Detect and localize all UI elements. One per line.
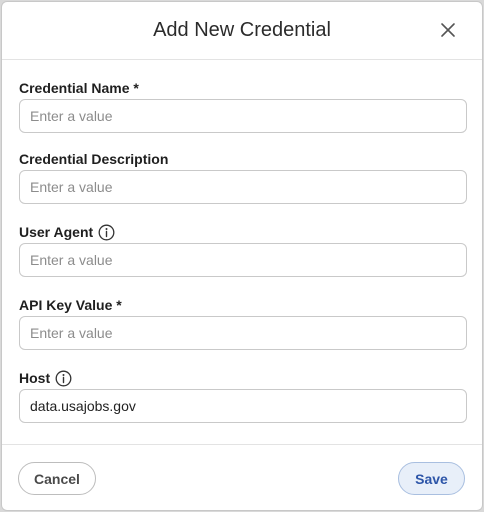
api-key-field: API Key Value * [19,296,467,350]
credential-description-label-text: Credential Description [19,151,169,167]
credential-name-label: Credential Name * [19,79,467,97]
dialog-title: Add New Credential [153,19,331,41]
credential-name-label-text: Credential Name * [19,80,139,96]
credential-description-input[interactable] [19,170,467,204]
close-icon[interactable] [439,21,457,39]
save-button[interactable]: Save [398,462,465,495]
api-key-label-text: API Key Value * [19,297,122,313]
user-agent-field: User Agent [19,223,467,277]
api-key-label: API Key Value * [19,296,467,314]
host-input[interactable] [19,389,467,423]
user-agent-input[interactable] [19,243,467,277]
cancel-button[interactable]: Cancel [18,462,96,495]
credential-name-field: Credential Name * [19,79,467,133]
info-icon[interactable] [55,370,72,387]
dialog-header: Add New Credential [2,2,482,60]
info-icon[interactable] [98,224,115,241]
user-agent-label-text: User Agent [19,224,94,240]
credential-name-input[interactable] [19,99,467,133]
credential-description-label: Credential Description [19,150,467,168]
host-label: Host [19,369,467,387]
credential-description-field: Credential Description [19,150,467,204]
host-field: Host [19,369,467,423]
host-label-text: Host [19,370,51,386]
add-credential-dialog: Add New Credential Credential Name * Cre… [1,1,483,511]
user-agent-label: User Agent [19,223,467,241]
dialog-footer: Cancel Save [2,444,482,512]
api-key-input[interactable] [19,316,467,350]
